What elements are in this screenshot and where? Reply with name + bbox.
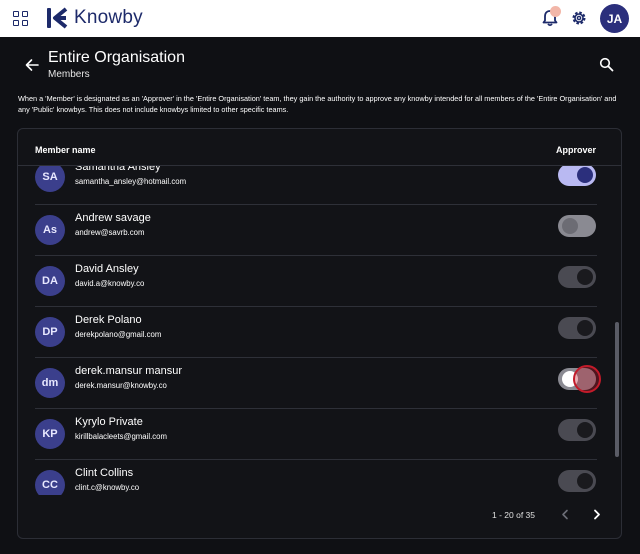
member-row[interactable]: DA David Ansley david.a@knowby.co — [18, 256, 621, 307]
gear-icon[interactable] — [570, 9, 588, 27]
member-name: Samantha Ansley — [75, 165, 161, 173]
approver-toggle[interactable] — [558, 317, 596, 339]
member-email: david.a@knowby.co — [75, 279, 145, 288]
chevron-right-icon[interactable] — [590, 508, 603, 521]
approver-toggle[interactable] — [558, 419, 596, 441]
brand-name: Knowby — [74, 7, 143, 28]
member-row[interactable]: CC Clint Collins clint.c@knowby.co — [18, 460, 621, 495]
pagination-range: 1 - 20 of 35 — [492, 510, 536, 520]
member-name: Clint Collins — [75, 467, 134, 479]
member-row[interactable]: DP Derek Polano derekpolano@gmail.com — [18, 307, 621, 358]
member-email: samantha_ansley@hotmail.com — [75, 177, 187, 186]
members-list[interactable]: SA Samantha Ansley samantha_ansley@hotma… — [18, 165, 621, 495]
member-avatar: KP — [35, 419, 65, 449]
list-scrollbar[interactable] — [615, 322, 619, 457]
knowby-logo-icon — [47, 7, 68, 29]
member-email: derek.mansur@knowby.co — [75, 381, 167, 390]
member-avatar: dm — [35, 368, 65, 398]
member-name: Andrew savage — [75, 212, 151, 224]
member-avatar: SA — [35, 166, 65, 192]
approver-toggle[interactable] — [558, 266, 596, 288]
user-avatar[interactable]: JA — [600, 4, 629, 33]
click-ripple — [573, 365, 601, 393]
apps-grid-icon[interactable] — [13, 11, 29, 27]
notification-badge — [550, 6, 561, 17]
member-name: David Ansley — [75, 263, 139, 275]
approver-toggle[interactable] — [558, 470, 596, 492]
member-avatar: CC — [35, 470, 65, 495]
arrow-left-icon[interactable] — [24, 57, 40, 73]
column-header-approver: Approver — [556, 145, 597, 155]
member-name: derek.mansur mansur — [75, 365, 182, 377]
member-name: Derek Polano — [75, 314, 142, 326]
column-header-member-name: Member name — [35, 145, 96, 155]
member-row[interactable]: As Andrew savage andrew@savrb.com — [18, 205, 621, 256]
member-email: clint.c@knowby.co — [75, 483, 140, 492]
member-row[interactable]: KP Kyrylo Private kirillbalacleets@gmail… — [18, 409, 621, 460]
member-email: kirillbalacleets@gmail.com — [75, 432, 167, 441]
member-row[interactable]: SA Samantha Ansley samantha_ansley@hotma… — [18, 165, 621, 205]
member-avatar: As — [35, 215, 65, 245]
approver-toggle[interactable] — [558, 166, 596, 186]
page-subtitle: Members — [48, 69, 90, 80]
member-row[interactable]: dm derek.mansur mansur derek.mansur@know… — [18, 358, 621, 409]
approver-description: When a 'Member' is designated as an 'App… — [18, 94, 617, 114]
member-email: andrew@savrb.com — [75, 228, 145, 237]
brand-logo[interactable]: Knowby — [46, 7, 143, 29]
top-app-bar: Knowby JA — [0, 0, 640, 37]
chevron-left-icon[interactable] — [559, 508, 572, 521]
members-panel: Member name Approver SA Samantha Ansley … — [17, 128, 622, 539]
member-avatar: DA — [35, 266, 65, 296]
page-title: Entire Organisation — [48, 49, 185, 66]
member-avatar: DP — [35, 317, 65, 347]
member-email: derekpolano@gmail.com — [75, 330, 162, 339]
member-name: Kyrylo Private — [75, 416, 143, 428]
search-icon[interactable] — [599, 57, 614, 72]
approver-toggle[interactable] — [558, 215, 596, 237]
